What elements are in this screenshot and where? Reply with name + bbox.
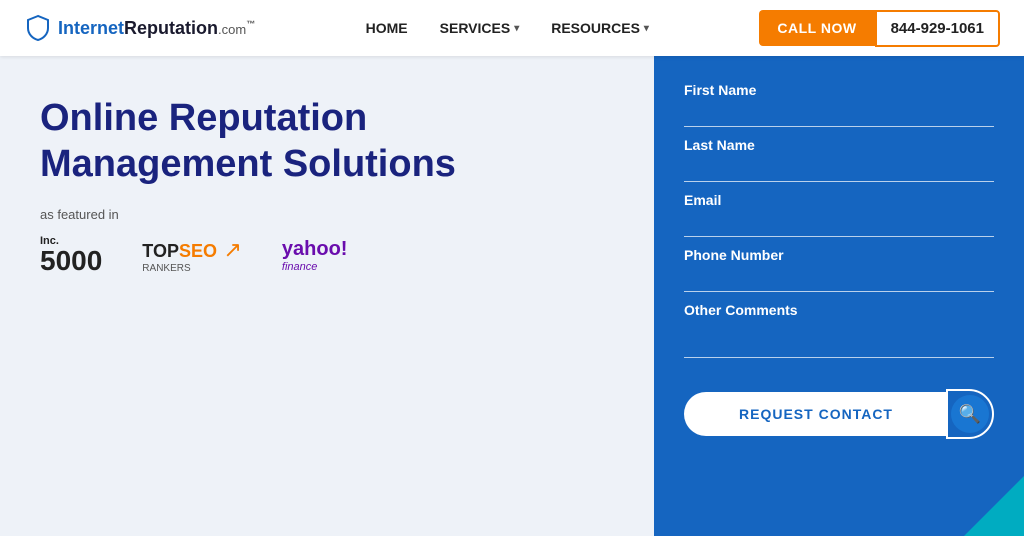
featured-logos: Inc. 5000 TOPSEO ↗ RANKERS yahoo! financ… bbox=[40, 236, 614, 275]
search-button[interactable]: 🔍 bbox=[946, 389, 994, 439]
last-name-input[interactable] bbox=[684, 157, 994, 182]
arrow-icon: ↗ bbox=[223, 237, 241, 262]
comments-field: Other Comments bbox=[684, 302, 994, 363]
phone-field: Phone Number bbox=[684, 247, 994, 292]
chevron-down-icon: ▾ bbox=[644, 23, 649, 34]
call-now-button[interactable]: CALL NOW bbox=[759, 10, 874, 46]
hero-title: Online Reputation Management Solutions bbox=[40, 96, 614, 187]
comments-label: Other Comments bbox=[684, 302, 994, 318]
inc5000-logo: Inc. 5000 bbox=[40, 236, 102, 275]
first-name-field: First Name bbox=[684, 82, 994, 127]
nav-services[interactable]: SERVICES ▾ bbox=[440, 20, 520, 36]
request-contact-button[interactable]: REQUEST CONTACT bbox=[684, 392, 948, 436]
hero-section: Online Reputation Management Solutions a… bbox=[0, 56, 654, 536]
phone-number: 844-929-1061 bbox=[875, 10, 1000, 47]
email-input[interactable] bbox=[684, 212, 994, 237]
submit-row: REQUEST CONTACT 🔍 bbox=[684, 389, 994, 439]
first-name-input[interactable] bbox=[684, 102, 994, 127]
search-icon-bg: 🔍 bbox=[951, 395, 989, 433]
last-name-label: Last Name bbox=[684, 137, 994, 153]
main-nav: HOME SERVICES ▾ RESOURCES ▾ bbox=[366, 20, 649, 36]
search-icon: 🔍 bbox=[959, 404, 981, 425]
comments-textarea[interactable] bbox=[684, 322, 994, 358]
last-name-field: Last Name bbox=[684, 137, 994, 182]
email-field: Email bbox=[684, 192, 994, 237]
contact-form-section: First Name Last Name Email Phone Number … bbox=[654, 56, 1024, 536]
phone-label: Phone Number bbox=[684, 247, 994, 263]
nav-resources[interactable]: RESOURCES ▾ bbox=[551, 20, 649, 36]
shield-icon bbox=[24, 14, 52, 42]
header-cta: CALL NOW 844-929-1061 bbox=[759, 10, 1000, 47]
chevron-down-icon: ▾ bbox=[514, 23, 519, 34]
yahoo-finance-logo: yahoo! finance bbox=[282, 238, 348, 273]
topseo-logo: TOPSEO ↗ RANKERS bbox=[142, 237, 242, 274]
featured-label: as featured in bbox=[40, 207, 614, 222]
logo[interactable]: InternetReputation.com™ bbox=[24, 14, 255, 42]
first-name-label: First Name bbox=[684, 82, 994, 98]
logo-text: InternetReputation.com™ bbox=[58, 18, 255, 39]
nav-home[interactable]: HOME bbox=[366, 20, 408, 36]
header: InternetReputation.com™ HOME SERVICES ▾ … bbox=[0, 0, 1024, 56]
phone-input[interactable] bbox=[684, 267, 994, 292]
email-label: Email bbox=[684, 192, 994, 208]
main-content: Online Reputation Management Solutions a… bbox=[0, 56, 1024, 536]
